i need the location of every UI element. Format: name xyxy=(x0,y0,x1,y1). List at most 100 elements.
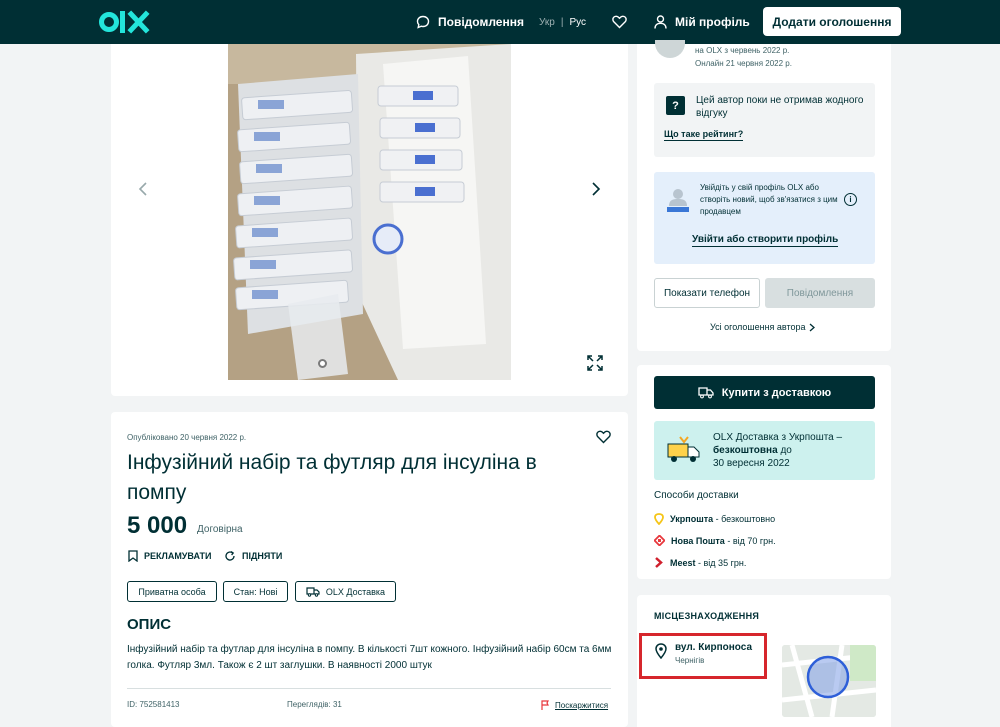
tag-condition-label: Стан: Нові xyxy=(233,586,278,597)
raise-button[interactable]: ПІДНЯТИ xyxy=(224,550,282,562)
tag-olx-delivery-label: OLX Доставка xyxy=(325,586,386,597)
delivery-method-nova-poshta: Нова Пошта - від 70 грн. xyxy=(654,535,776,546)
tag-private-person: Приватна особа xyxy=(127,581,217,602)
avatar xyxy=(655,40,685,58)
promo-line1: OLX Доставка з Укрпошта – xyxy=(713,432,843,443)
header-messages-link[interactable]: Повідомлення xyxy=(416,0,524,44)
report-link[interactable]: Поскаржитися xyxy=(541,700,608,710)
header-profile-label: Мій профіль xyxy=(675,15,750,29)
fullscreen-button[interactable] xyxy=(585,353,605,373)
listing-title: Інфузійний набір та футляр для інсуліна … xyxy=(127,451,537,504)
delivery-methods-title: Способи доставки xyxy=(654,490,739,501)
meest-icon xyxy=(655,557,663,568)
info-icon[interactable]: i xyxy=(844,193,857,206)
delivery-promo: OLX Доставка з Укрпошта – безкоштовна до… xyxy=(654,421,875,480)
listing-info-card: Опубліковано 20 червня 2022 р. Інфузійни… xyxy=(111,412,628,727)
location-card: МІСЦЕЗНАХОДЖЕННЯ вул. Кирпоноса Чернігів xyxy=(637,595,891,727)
gallery-dot-active[interactable] xyxy=(318,359,327,368)
gallery-next-button[interactable] xyxy=(586,179,606,199)
promote-button[interactable]: РЕКЛАМУВАТИ xyxy=(128,550,211,562)
rating-info-link[interactable]: Що таке рейтинг? xyxy=(664,129,744,141)
views-count: Переглядів: 31 xyxy=(287,700,342,709)
location-city: Чернігів xyxy=(675,656,705,665)
login-prompt-text: Увійдіть у свій профіль OLX або створіть… xyxy=(700,183,838,216)
map-pin-icon xyxy=(655,643,667,659)
tag-olx-delivery: OLX Доставка xyxy=(295,581,396,602)
language-switch: Укр | Рус xyxy=(539,0,586,44)
seller-card: на OLX з червень 2022 р. Онлайн 21 червн… xyxy=(637,40,891,351)
method-detail: - безкоштовно xyxy=(715,514,776,524)
user-icon xyxy=(654,15,667,29)
method-name: Meest xyxy=(670,557,696,568)
promo-bold: безкоштовна xyxy=(713,445,778,456)
favorite-button[interactable] xyxy=(596,430,611,449)
login-prompt: Увійдіть у свій профіль OLX або створіть… xyxy=(654,172,875,264)
tag-private-person-label: Приватна особа xyxy=(138,586,206,597)
price-negotiable: Договірна xyxy=(197,524,243,535)
login-link[interactable]: Увійти або створити профіль xyxy=(692,234,839,247)
listing-photo[interactable] xyxy=(228,44,511,380)
header-favorites[interactable] xyxy=(612,0,627,44)
rating-text: Цей автор поки не отримав жодного відгук… xyxy=(696,95,864,119)
user-card-icon xyxy=(667,189,689,212)
promote-label: РЕКЛАМУВАТИ xyxy=(144,551,212,561)
all-ads-link[interactable]: Усі оголошення автора xyxy=(710,322,815,332)
buy-with-delivery-label: Купити з доставкою xyxy=(721,386,832,399)
location-map[interactable] xyxy=(782,645,876,717)
header-profile-link[interactable]: Мій профіль xyxy=(654,0,750,44)
delivery-method-meest: Meest - від 35 грн. xyxy=(654,557,746,568)
expand-icon xyxy=(587,355,603,371)
rating-box: ? Цей автор поки не отримав жодного відг… xyxy=(654,83,875,157)
listing-id: ID: 752581413 xyxy=(127,700,180,709)
olx-logo[interactable] xyxy=(99,6,151,38)
delivery-method-ukrposhta: Укрпошта - безкоштовно xyxy=(654,513,775,525)
promo-line2: до xyxy=(780,445,792,456)
chevron-left-icon xyxy=(138,182,147,196)
all-ads-label: Усі оголошення автора xyxy=(710,322,806,332)
location-heading: МІСЦЕЗНАХОДЖЕННЯ xyxy=(654,611,760,621)
question-icon: ? xyxy=(666,96,685,115)
lang-ukr[interactable]: Укр xyxy=(539,17,555,28)
location-street: вул. Кирпоноса xyxy=(675,642,753,653)
ukrposhta-icon xyxy=(654,513,664,525)
lang-rus[interactable]: Рус xyxy=(569,17,586,28)
raise-label: ПІДНЯТИ xyxy=(242,551,283,561)
listing-photo-image xyxy=(228,44,511,380)
chevron-right-icon xyxy=(592,182,601,196)
heart-icon xyxy=(612,15,627,29)
truck-icon xyxy=(698,386,714,398)
show-phone-button[interactable]: Показати телефон xyxy=(654,278,760,308)
tag-condition: Стан: Нові xyxy=(223,581,288,602)
nova-poshta-icon xyxy=(654,535,665,546)
truck-icon xyxy=(306,586,320,597)
flag-icon xyxy=(541,700,549,710)
published-date: Опубліковано 20 червня 2022 р. xyxy=(127,433,247,442)
add-listing-button[interactable]: Додати оголошення xyxy=(763,7,901,36)
lang-separator: | xyxy=(560,16,564,28)
description-heading: ОПИС xyxy=(127,616,172,633)
delivery-promo-text: OLX Доставка з Укрпошта – безкоштовна до… xyxy=(713,431,873,470)
report-label: Поскаржитися xyxy=(555,700,609,710)
method-name: Нова Пошта xyxy=(671,535,725,546)
buy-with-delivery-button[interactable]: Купити з доставкою xyxy=(654,376,875,409)
description-text: Інфузійний набір та футлар для інсуліна … xyxy=(127,644,612,671)
map-thumbnail xyxy=(782,645,876,717)
chevron-right-icon xyxy=(809,323,815,331)
chat-icon xyxy=(416,15,430,29)
refresh-icon xyxy=(225,550,235,561)
gallery-prev-button[interactable] xyxy=(133,179,153,199)
method-detail: - від 35 грн. xyxy=(698,557,747,568)
photo-gallery xyxy=(111,44,628,396)
delivery-truck-illustration xyxy=(667,436,700,462)
promo-line3: 30 вересня 2022 xyxy=(713,458,790,469)
seller-since: на OLX з червень 2022 р. xyxy=(695,46,790,55)
location-address: вул. Кирпоноса Чернігів xyxy=(639,633,767,679)
delivery-card: Купити з доставкою OLX Доставка з Укрпош… xyxy=(637,365,891,579)
heart-icon xyxy=(596,430,611,444)
header-messages-label: Повідомлення xyxy=(438,15,524,29)
bookmark-icon xyxy=(128,550,138,562)
seller-online: Онлайн 21 червня 2022 р. xyxy=(695,59,792,68)
top-header: Повідомлення Укр | Рус Мій профіль Додат… xyxy=(0,0,1000,44)
listing-price: 5 000 xyxy=(127,512,188,539)
message-button[interactable]: Повідомлення xyxy=(765,278,875,308)
